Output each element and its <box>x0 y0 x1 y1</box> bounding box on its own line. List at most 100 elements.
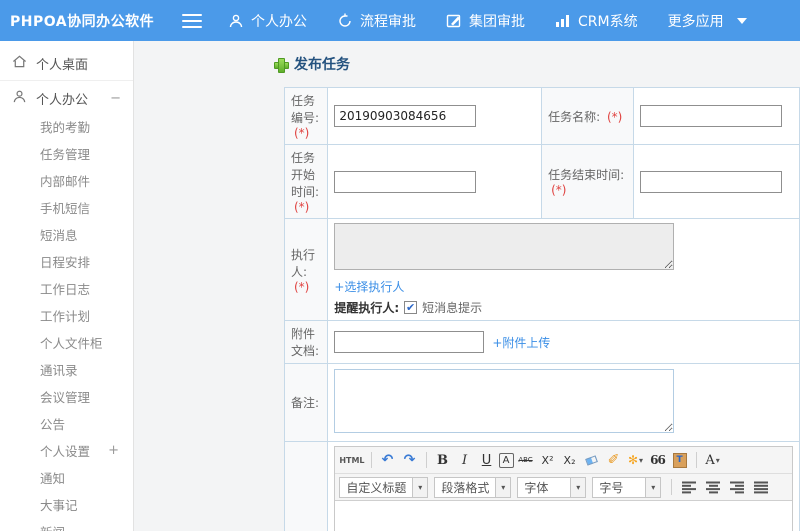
task-name-input-cell <box>632 87 800 145</box>
align-right-icon[interactable] <box>726 477 748 497</box>
sms-remind-checkbox[interactable]: ✔ <box>404 301 418 314</box>
chevron-down-icon: ▾ <box>412 477 428 497</box>
description-label-cell: 任务描述: (*) <box>283 441 329 531</box>
nav-item-crm[interactable]: CRM系统 <box>555 11 638 31</box>
sidebar-item-short-message[interactable]: 短消息 <box>0 221 133 248</box>
nav-item-personal-office[interactable]: 个人办公 <box>228 11 307 31</box>
required-mark: (*) <box>294 200 310 214</box>
top-navbar: PHPOA协同办公软件 个人办公 流程审批 集团审批 CRM系统 更多应用 <box>0 0 800 41</box>
blockquote-button[interactable]: 66 <box>648 450 668 470</box>
executor-cell: +选择执行人 提醒执行人: ✔ 短消息提示 <box>327 218 800 321</box>
edit-icon <box>446 13 462 29</box>
chevron-down-icon: ▾ <box>645 477 661 497</box>
custom-heading-dropdown[interactable]: 自定义标题 ▾ <box>339 476 429 498</box>
required-mark: (*) <box>294 126 310 140</box>
attachment-input[interactable] <box>334 331 485 353</box>
sidebar-item-news[interactable]: 新闻 <box>0 518 133 531</box>
nav-item-workflow-approval[interactable]: 流程审批 <box>337 11 416 31</box>
sidebar-item-schedule[interactable]: 日程安排 <box>0 248 133 275</box>
sidebar-item-attendance[interactable]: 我的考勤 <box>0 113 133 140</box>
start-time-input-cell <box>327 144 543 219</box>
sidebar-item-announcement[interactable]: 公告 <box>0 410 133 437</box>
undo-icon[interactable]: ↶ <box>378 450 398 470</box>
sidebar-item-notification[interactable]: 通知 <box>0 464 133 491</box>
task-name-input[interactable] <box>639 105 782 127</box>
sidebar-item-task-management[interactable]: 任务管理 <box>0 140 133 167</box>
person-icon <box>228 13 244 29</box>
remark-textarea[interactable] <box>334 369 675 433</box>
subscript-button[interactable]: X₂ <box>560 450 580 470</box>
chevron-down-icon <box>736 17 747 24</box>
divider <box>671 479 673 495</box>
end-time-input[interactable] <box>639 170 782 193</box>
align-justify-icon[interactable] <box>750 477 772 497</box>
process-icon <box>337 13 353 29</box>
required-mark: (*) <box>294 279 310 294</box>
sidebar-group-personal-office[interactable]: 个人办公 − <box>0 83 133 113</box>
choose-executor-link[interactable]: +选择执行人 <box>334 280 404 294</box>
superscript-button[interactable]: X² <box>538 450 558 470</box>
collapse-icon[interactable]: − <box>110 91 121 106</box>
sidebar-item-sms[interactable]: 手机短信 <box>0 194 133 221</box>
start-time-input[interactable] <box>334 170 477 193</box>
chevron-down-icon: ▾ <box>570 477 586 497</box>
divider <box>370 452 372 468</box>
sidebar-item-contacts[interactable]: 通讯录 <box>0 356 133 383</box>
sidebar-item-work-plan[interactable]: 工作计划 <box>0 302 133 329</box>
task-no-input[interactable] <box>334 105 477 127</box>
executor-label-cell: 执行人: (*) <box>283 218 329 321</box>
plus-icon <box>274 57 289 73</box>
remark-label-cell: 备注: <box>283 363 329 442</box>
strikethrough-button[interactable]: ABC <box>516 450 536 470</box>
attachment-upload-link[interactable]: +附件上传 <box>492 334 550 351</box>
align-left-icon[interactable] <box>678 477 700 497</box>
task-no-label-cell: 任务编号: (*) <box>283 87 329 145</box>
font-family-dropdown[interactable]: 字体 ▾ <box>517 476 587 498</box>
redo-icon[interactable]: ↷ <box>400 450 420 470</box>
sidebar-item-milestones[interactable]: 大事记 <box>0 491 133 518</box>
required-mark: (*) <box>606 109 623 124</box>
format-brush-icon[interactable]: ✐ <box>604 450 624 470</box>
main-content: 发布任务 任务编号: (*) 任务名称: (*) <box>134 41 800 531</box>
magic-wand-icon[interactable]: ✻ ▾ <box>626 450 646 470</box>
task-name-label-cell: 任务名称: (*) <box>541 87 634 145</box>
eraser-icon[interactable] <box>582 450 602 470</box>
sidebar-item-meeting[interactable]: 会议管理 <box>0 383 133 410</box>
home-icon <box>12 54 27 73</box>
end-time-label-cell: 任务结束时间: (*) <box>541 144 634 219</box>
sidebar-item-work-log[interactable]: 工作日志 <box>0 275 133 302</box>
paragraph-format-dropdown[interactable]: 段落格式 ▾ <box>434 476 512 498</box>
description-editor-cell: HTML ↶ ↷ B I U A ABC X² X₂ ✐ ✻ ▾ 66 T A … <box>327 441 800 531</box>
html-source-button[interactable]: HTML <box>339 450 364 470</box>
task-no-input-cell <box>327 87 543 145</box>
description-editor-area[interactable] <box>335 501 792 531</box>
sidebar-item-internal-mail[interactable]: 内部邮件 <box>0 167 133 194</box>
bar-chart-icon <box>555 13 571 29</box>
italic-button[interactable]: I <box>455 450 475 470</box>
sidebar-item-desktop[interactable]: 个人桌面 <box>0 48 133 78</box>
sidebar-item-personal-settings[interactable]: 个人设置 + <box>0 437 133 464</box>
paste-icon[interactable]: T <box>670 450 690 470</box>
end-time-input-cell <box>632 144 800 219</box>
underline-button[interactable]: U <box>477 450 497 470</box>
chevron-down-icon: ▾ <box>715 455 720 465</box>
menu-toggle-icon[interactable] <box>182 13 202 28</box>
font-size-dropdown[interactable]: 字号 ▾ <box>592 476 662 498</box>
chevron-down-icon: ▾ <box>495 477 511 497</box>
divider <box>425 452 427 468</box>
nav-item-more-apps[interactable]: 更多应用 <box>668 11 747 31</box>
expand-icon[interactable]: + <box>108 443 119 458</box>
rich-text-editor: HTML ↶ ↷ B I U A ABC X² X₂ ✐ ✻ ▾ 66 T A … <box>334 446 793 531</box>
nav-item-group-approval[interactable]: 集团审批 <box>446 11 525 31</box>
sidebar-item-file-cabinet[interactable]: 个人文件柜 <box>0 329 133 356</box>
page-title: 发布任务 <box>274 54 350 74</box>
bold-button[interactable]: B <box>433 450 453 470</box>
editor-toolbar-row-2: 自定义标题 ▾ 段落格式 ▾ 字体 ▾ 字号 ▾ <box>335 474 792 501</box>
font-color-button[interactable]: A ▾ <box>703 450 723 470</box>
required-mark: (*) <box>551 183 567 197</box>
font-style-button[interactable]: A <box>498 452 514 468</box>
executor-textarea[interactable] <box>334 223 675 270</box>
remark-cell <box>327 363 800 442</box>
sidebar: 个人桌面 个人办公 − 我的考勤 任务管理 内部邮件 手机短信 短消息 日程安排… <box>0 41 134 531</box>
align-center-icon[interactable] <box>702 477 724 497</box>
